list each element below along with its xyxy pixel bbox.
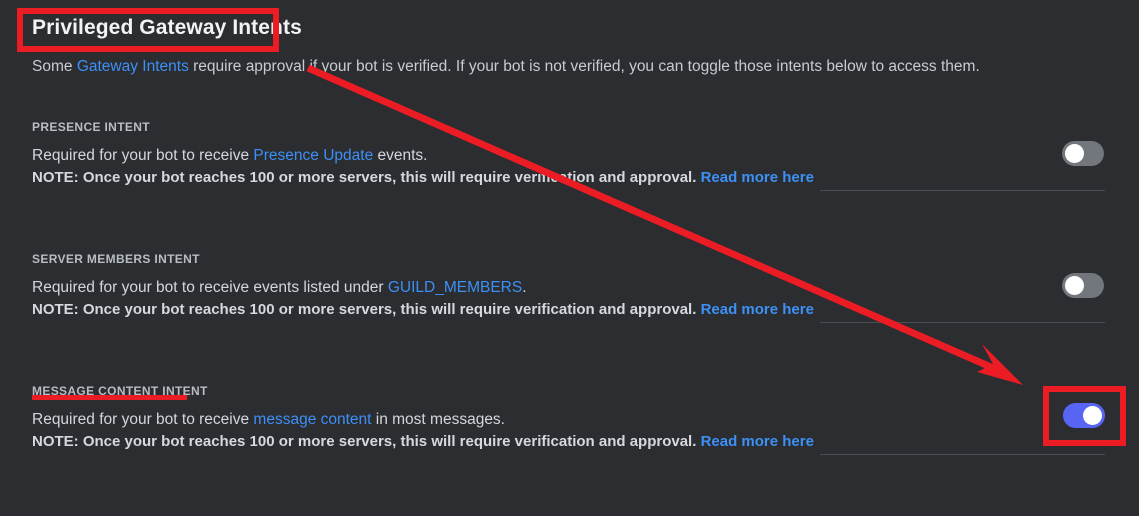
page-subtitle: Some Gateway Intents require approval if… xyxy=(32,57,980,77)
subtitle-prefix: Some xyxy=(32,58,77,75)
read-more-here-link[interactable]: Read more here xyxy=(701,169,814,186)
desc-prefix: Required for your bot to receive xyxy=(32,147,254,164)
toggle-knob xyxy=(1065,276,1084,295)
note-text: NOTE: Once your bot reaches 100 or more … xyxy=(32,301,701,318)
intent-note: NOTE: Once your bot reaches 100 or more … xyxy=(32,299,1107,321)
toggle-knob xyxy=(1083,406,1102,425)
desc-suffix: . xyxy=(522,279,527,296)
gateway-intents-link[interactable]: Gateway Intents xyxy=(77,58,189,75)
section-divider xyxy=(820,454,1105,455)
section-divider xyxy=(820,190,1105,191)
toggle-knob xyxy=(1065,144,1084,163)
guild-members-link[interactable]: GUILD_MEMBERS xyxy=(388,279,522,296)
read-more-here-link[interactable]: Read more here xyxy=(701,301,814,318)
desc-prefix: Required for your bot to receive events … xyxy=(32,279,388,296)
intent-description: Required for your bot to receive message… xyxy=(32,409,1107,430)
toggle-message-content-intent[interactable] xyxy=(1063,403,1105,428)
intent-description: Required for your bot to receive Presenc… xyxy=(32,145,1107,166)
intent-note: NOTE: Once your bot reaches 100 or more … xyxy=(32,167,1107,189)
desc-suffix: events. xyxy=(373,147,428,164)
presence-update-link[interactable]: Presence Update xyxy=(253,147,373,164)
read-more-here-link[interactable]: Read more here xyxy=(701,433,814,450)
message-content-link[interactable]: message content xyxy=(253,411,371,428)
intent-section-message-content: MESSAGE CONTENT INTENT Required for your… xyxy=(32,382,1107,453)
intent-description: Required for your bot to receive events … xyxy=(32,277,1107,298)
subtitle-suffix: require approval if your bot is verified… xyxy=(188,58,980,75)
desc-prefix: Required for your bot to receive xyxy=(32,411,254,428)
note-text: NOTE: Once your bot reaches 100 or more … xyxy=(32,433,701,450)
toggle-server-members-intent[interactable] xyxy=(1062,273,1104,298)
privileged-gateway-intents-panel: Privileged Gateway Intents Some Gateway … xyxy=(0,0,1139,516)
intent-label: SERVER MEMBERS INTENT xyxy=(32,252,200,266)
intent-section-presence: PRESENCE INTENT Required for your bot to… xyxy=(32,118,1107,189)
intent-note: NOTE: Once your bot reaches 100 or more … xyxy=(32,431,1107,453)
section-divider xyxy=(820,322,1105,323)
toggle-presence-intent[interactable] xyxy=(1062,141,1104,166)
intent-section-server-members: SERVER MEMBERS INTENT Required for your … xyxy=(32,250,1107,321)
intent-label: MESSAGE CONTENT INTENT xyxy=(32,384,208,398)
intent-label: PRESENCE INTENT xyxy=(32,120,150,134)
page-title: Privileged Gateway Intents xyxy=(32,16,302,39)
desc-suffix: in most messages. xyxy=(371,411,505,428)
note-text: NOTE: Once your bot reaches 100 or more … xyxy=(32,169,701,186)
